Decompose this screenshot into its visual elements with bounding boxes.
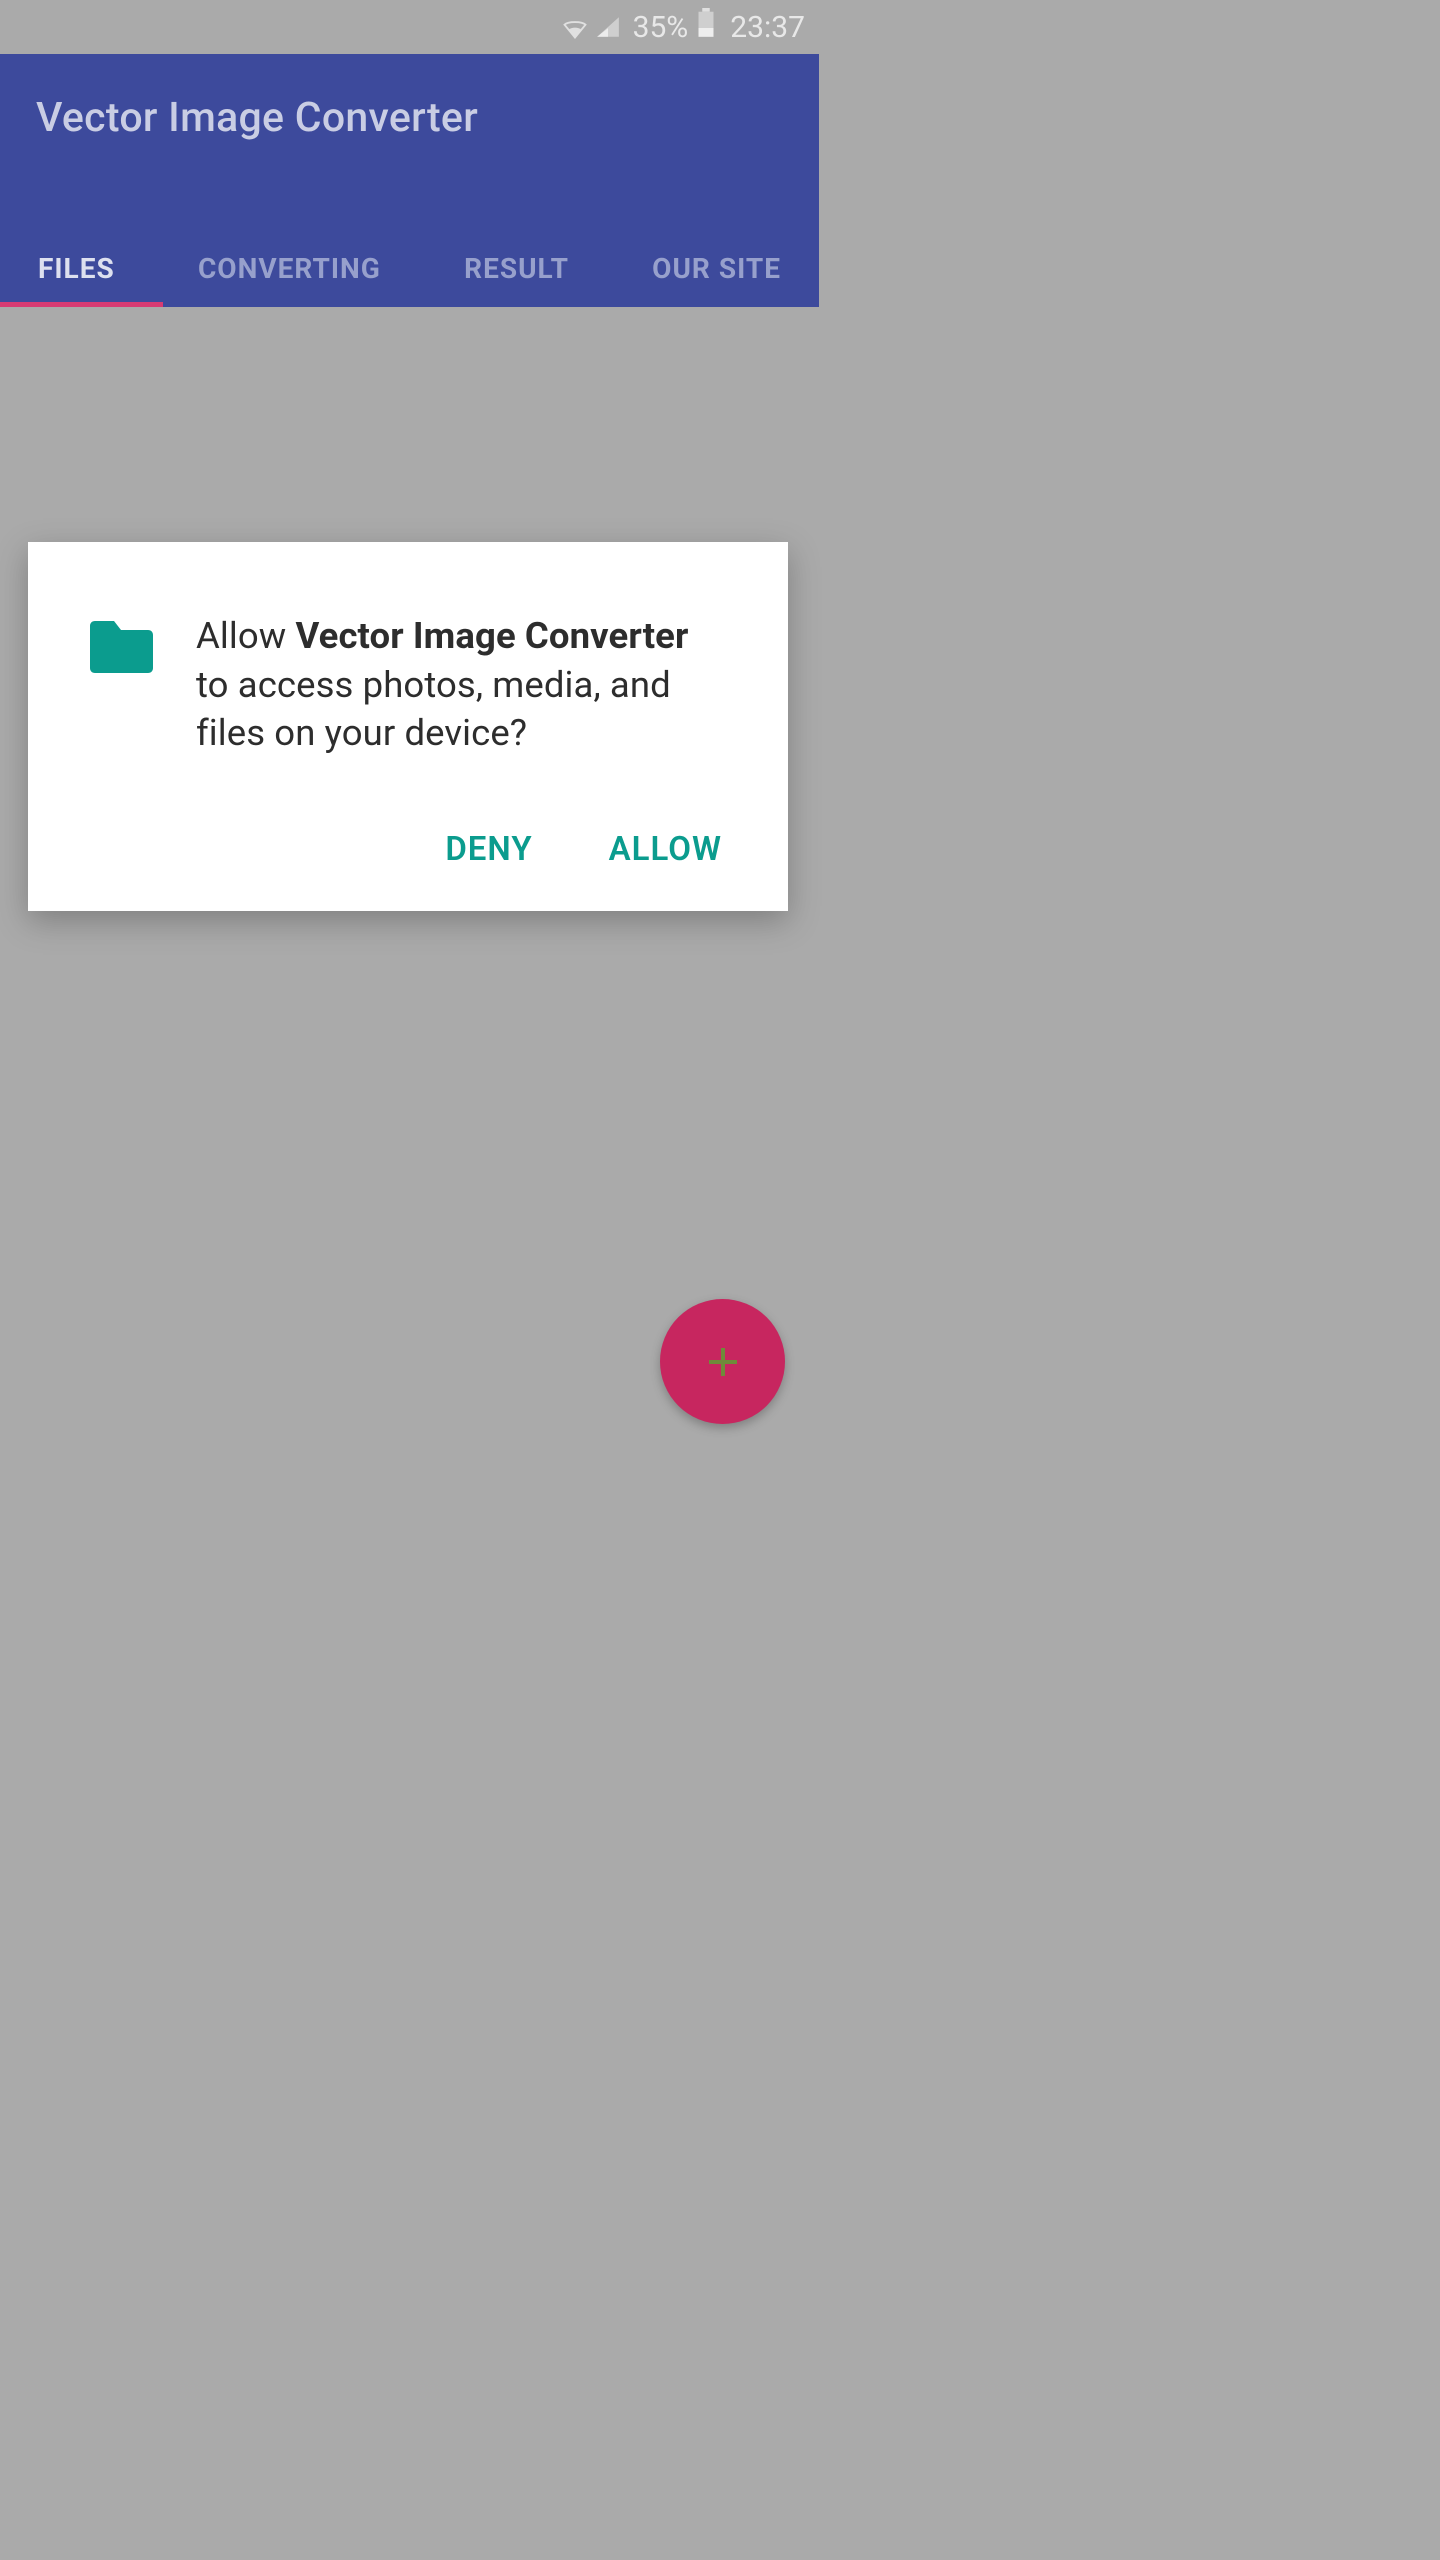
deny-button[interactable]: DENY — [441, 822, 536, 877]
permission-dialog: Allow Vector Image Converter to access p… — [28, 542, 788, 911]
permission-text: Allow Vector Image Converter to access p… — [196, 612, 728, 758]
folder-icon — [88, 620, 154, 674]
dialog-actions: DENY ALLOW — [88, 822, 728, 877]
allow-button[interactable]: ALLOW — [605, 822, 726, 877]
dialog-scrim: Allow Vector Image Converter to access p… — [0, 0, 819, 1440]
permission-suffix: to access photos, media, and files on yo… — [196, 663, 671, 755]
permission-app-name: Vector Image Converter — [295, 614, 688, 657]
permission-prefix: Allow — [196, 614, 295, 657]
